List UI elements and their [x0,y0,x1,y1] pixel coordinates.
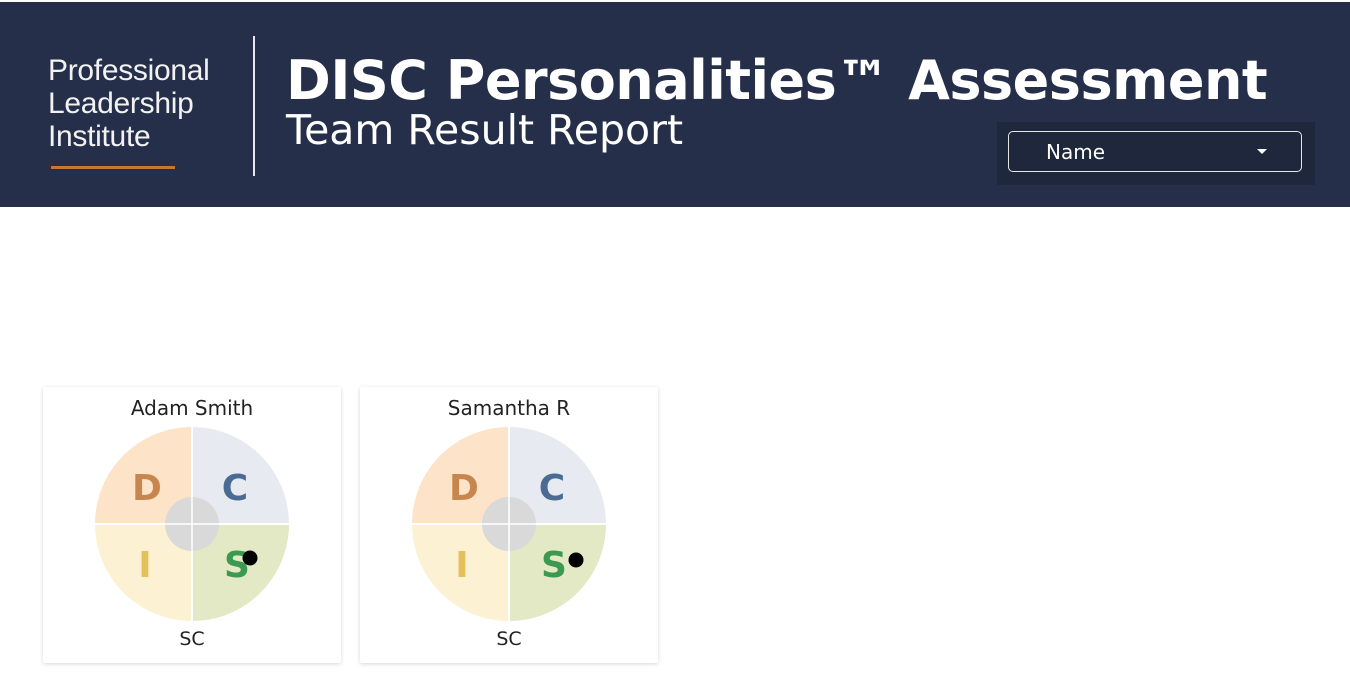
quadrant-s-label: S [224,545,250,586]
name-filter: Name [997,122,1315,185]
quadrant-c-label: C [222,468,248,509]
result-marker [242,550,258,566]
disc-style-code: SC [496,628,522,650]
quadrant-i-label: I [138,545,151,586]
quadrant-i-label: I [455,545,468,586]
page-subtitle: Team Result Report [286,106,684,154]
quadrant-s-label: S [541,545,567,586]
person-name: Adam Smith [130,396,254,420]
person-card: Adam Smith D C I S SC [43,387,341,663]
disc-chart: D C I S [95,427,289,621]
person-name: Samantha R [447,396,571,420]
logo-line-2: Leadership [48,87,194,120]
person-card: Samantha R D C I S SC [360,387,658,663]
logo-underline [51,166,175,169]
quadrant-d-label: D [132,468,162,509]
result-marker [568,552,584,568]
disc-chart: D C I S [412,427,606,621]
report-header: Professional Leadership Institute DISC P… [0,2,1350,207]
logo-line-1: Professional [48,54,210,87]
name-dropdown-label: Name [1046,140,1106,164]
name-dropdown[interactable]: Name [1008,131,1302,172]
header-divider [253,36,255,176]
disc-style-code: SC [179,628,205,650]
quadrant-c-label: C [539,468,565,509]
caret-down-icon [1257,149,1267,154]
logo: Professional Leadership Institute [48,54,248,169]
logo-line-3: Institute [48,120,151,153]
quadrant-d-label: D [449,468,479,509]
